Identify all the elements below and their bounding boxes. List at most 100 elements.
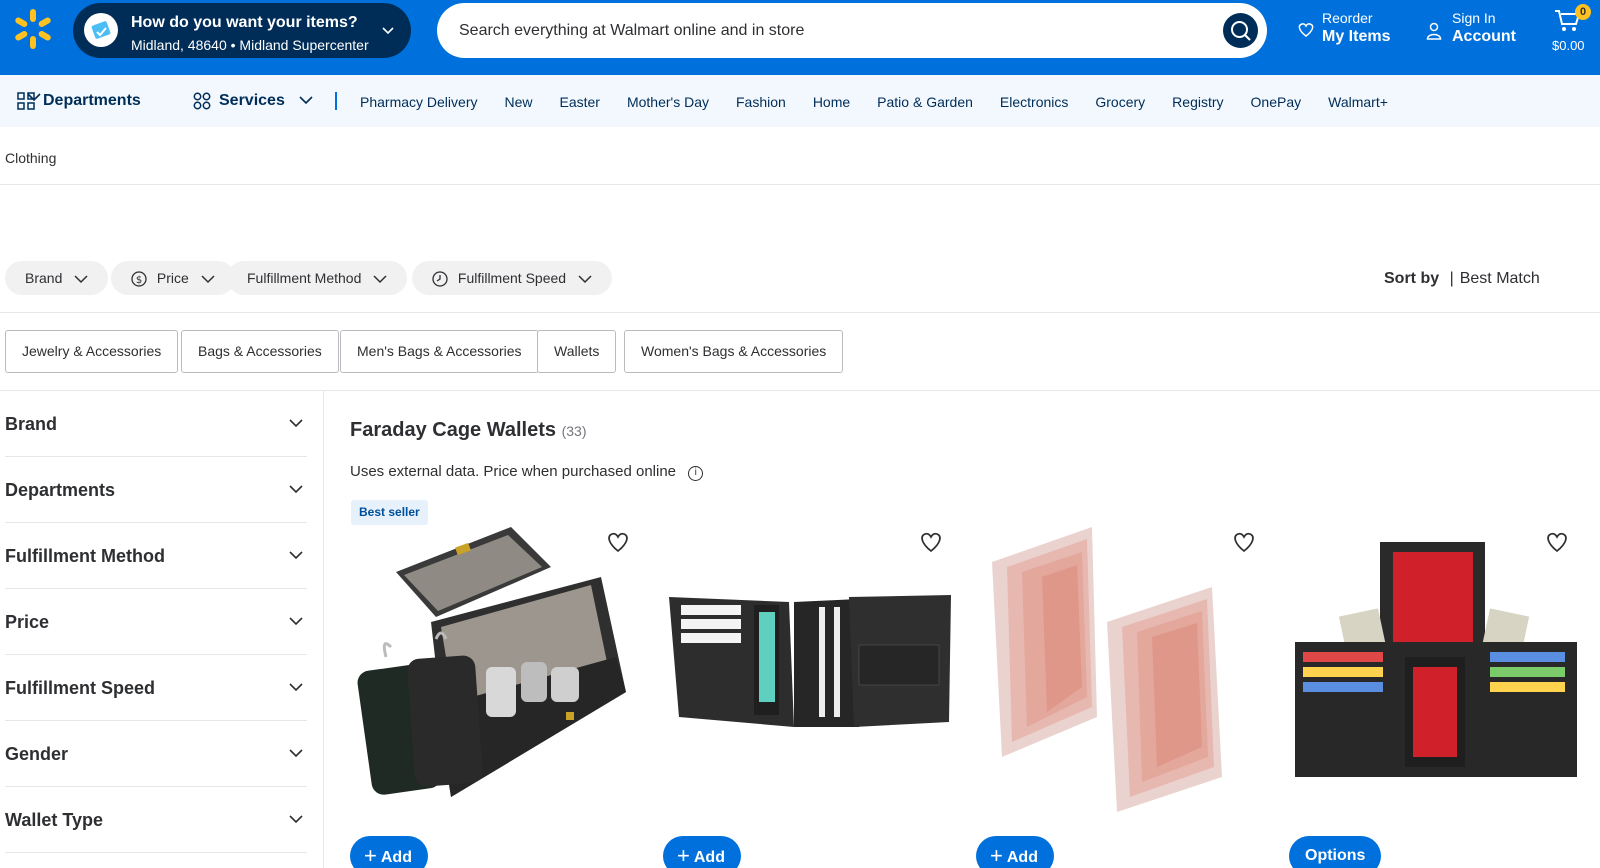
favorite-heart-icon[interactable] — [1545, 531, 1569, 553]
facet-label: Price — [5, 612, 50, 632]
nav-link-mothers-day[interactable]: Mother's Day — [627, 94, 709, 110]
search-button[interactable] — [1223, 13, 1258, 48]
services-menu[interactable]: Services — [193, 92, 313, 110]
facet-fulfillment-speed[interactable]: Fulfillment Speed — [5, 655, 307, 721]
nav-link-fashion[interactable]: Fashion — [736, 94, 786, 110]
my-items-label: My Items — [1322, 28, 1391, 45]
category-chip-womens-bags-accessories[interactable]: Women's Bags & Accessories — [624, 330, 844, 373]
account-sign-in[interactable]: Sign In Account — [1426, 10, 1516, 46]
pill-label: Fulfillment Method — [247, 270, 362, 286]
favorite-heart-icon[interactable] — [1232, 531, 1256, 553]
pill-label: Fulfillment Speed — [457, 270, 567, 286]
store-delivery-icon — [84, 13, 118, 47]
sort-divider: | — [1449, 270, 1454, 287]
product-image[interactable] — [669, 527, 951, 812]
chevron-down-icon — [289, 617, 303, 626]
chevron-down-icon — [289, 485, 303, 494]
nav-link-home[interactable]: Home — [813, 94, 850, 110]
facet-brand[interactable]: Brand — [5, 391, 307, 457]
facet-wallet-type[interactable]: Wallet Type — [5, 787, 307, 853]
svg-text:$: $ — [136, 275, 142, 286]
chevron-down-icon — [289, 551, 303, 560]
nav-link-electronics[interactable]: Electronics — [1000, 94, 1068, 110]
services-label: Services — [219, 92, 285, 109]
sort-dropdown[interactable]: Sort by | Best Match — [1384, 270, 1600, 288]
nav-link-easter[interactable]: Easter — [560, 94, 600, 110]
add-button-label: Add — [693, 849, 725, 866]
results-title: Faraday Cage Wallets (33) — [350, 419, 586, 442]
nav-links: Pharmacy Delivery New Easter Mother's Da… — [360, 94, 1388, 110]
product-card[interactable]: + Add — [663, 527, 953, 868]
facet-label: Brand — [5, 414, 58, 434]
pill-label: Price — [156, 270, 189, 286]
nav-link-pharmacy-delivery[interactable]: Pharmacy Delivery — [360, 94, 477, 110]
reorder-my-items[interactable]: Reorder My Items — [1297, 10, 1390, 46]
filter-pill-fulfillment-speed[interactable]: Fulfillment Speed — [412, 261, 612, 295]
facet-fulfillment-method[interactable]: Fulfillment Method — [5, 523, 307, 589]
category-chip-wallets[interactable]: Wallets — [537, 330, 617, 373]
facet-label: Departments — [5, 480, 116, 500]
cart-button[interactable]: 0 $0.00 — [1550, 4, 1594, 54]
nav-link-walmart-plus[interactable]: Walmart+ — [1328, 94, 1388, 110]
cart-count-badge: 0 — [1575, 4, 1591, 20]
nav-link-new[interactable]: New — [504, 94, 532, 110]
category-chip-jewelry-accessories[interactable]: Jewelry & Accessories — [5, 330, 179, 373]
options-button-label: Options — [1305, 847, 1366, 864]
chevron-down-icon — [382, 27, 394, 35]
filter-pill-price[interactable]: $ Price — [111, 261, 235, 295]
product-card[interactable]: + Add — [350, 527, 640, 868]
nav-link-grocery[interactable]: Grocery — [1095, 94, 1145, 110]
add-button-label: Add — [1006, 849, 1038, 866]
facet-label: Wallet Type — [5, 810, 104, 830]
filter-pill-brand[interactable]: Brand — [5, 261, 109, 295]
plus-icon: + — [677, 843, 690, 868]
facet-departments[interactable]: Departments — [5, 457, 307, 523]
favorite-heart-icon[interactable] — [606, 531, 630, 553]
search-icon — [1231, 21, 1251, 41]
divider — [0, 184, 1600, 185]
product-card[interactable]: + Add — [976, 527, 1266, 868]
add-to-cart-button[interactable]: + Add — [976, 836, 1054, 868]
product-card[interactable]: Options — [1289, 527, 1579, 868]
user-icon — [1426, 22, 1442, 40]
product-image[interactable] — [982, 527, 1264, 812]
nav-link-onepay[interactable]: OnePay — [1251, 94, 1302, 110]
top-header: How do you want your items? Midland, 486… — [0, 0, 1600, 75]
facet-label: Fulfillment Method — [5, 546, 165, 566]
category-chip-mens-bags-accessories[interactable]: Men's Bags & Accessories — [340, 330, 539, 373]
search-input[interactable] — [459, 3, 1199, 58]
favorite-heart-icon[interactable] — [919, 531, 943, 553]
services-grid-icon — [193, 92, 211, 110]
best-seller-badge: Best seller — [351, 500, 428, 525]
product-image[interactable] — [1295, 527, 1577, 812]
chevron-down-icon — [289, 419, 303, 428]
cart-total: $0.00 — [1552, 38, 1585, 53]
filter-pill-fulfillment-method[interactable]: Fulfillment Method — [227, 261, 408, 295]
nav-link-patio-garden[interactable]: Patio & Garden — [877, 94, 973, 110]
location-question: How do you want your items? — [131, 14, 358, 31]
chevron-down-icon — [289, 815, 303, 824]
info-icon[interactable]: i — [688, 466, 704, 481]
breadcrumb[interactable]: Clothing — [5, 150, 56, 166]
chevron-down-icon — [289, 749, 303, 758]
add-to-cart-button[interactable]: + Add — [663, 836, 741, 868]
facet-label: Fulfillment Speed — [5, 678, 156, 698]
add-to-cart-button[interactable]: + Add — [350, 836, 428, 868]
sort-value: Best Match — [1459, 270, 1540, 287]
plus-icon: + — [364, 843, 377, 868]
dollar-icon: $ — [131, 271, 147, 287]
facet-price[interactable]: Price — [5, 589, 307, 655]
clock-icon — [432, 271, 448, 287]
product-image[interactable] — [356, 527, 638, 812]
chevron-down-icon — [201, 275, 215, 284]
sign-in-label: Sign In — [1452, 10, 1496, 26]
category-chip-bags-accessories[interactable]: Bags & Accessories — [181, 330, 339, 373]
chevron-down-icon — [299, 96, 313, 105]
disclaimer-text: Uses external data. Price when purchased… — [350, 463, 677, 480]
facet-gender[interactable]: Gender — [5, 721, 307, 787]
nav-link-registry[interactable]: Registry — [1172, 94, 1223, 110]
departments-menu[interactable]: Departments — [17, 92, 141, 110]
walmart-spark-icon[interactable] — [12, 8, 54, 50]
options-button[interactable]: Options — [1289, 836, 1382, 868]
location-selector[interactable]: How do you want your items? Midland, 486… — [73, 3, 411, 58]
